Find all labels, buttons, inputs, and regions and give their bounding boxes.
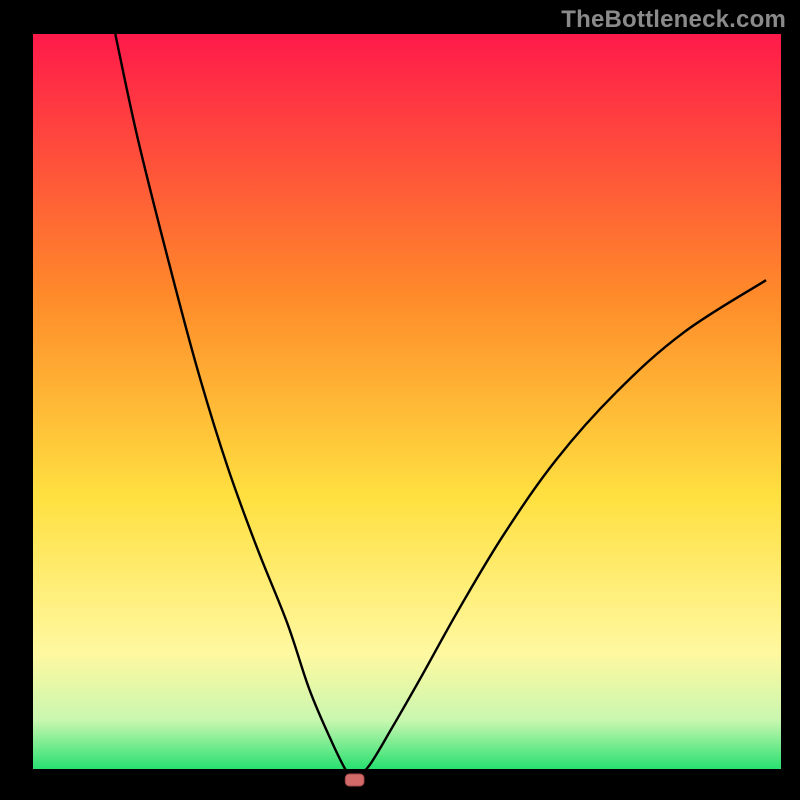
minimum-marker — [345, 774, 364, 786]
watermark-text: TheBottleneck.com — [561, 6, 786, 34]
bottleneck-chart — [0, 0, 800, 800]
chart-frame: { "watermark": "TheBottleneck.com", "col… — [0, 0, 800, 800]
plot-area — [33, 34, 781, 780]
